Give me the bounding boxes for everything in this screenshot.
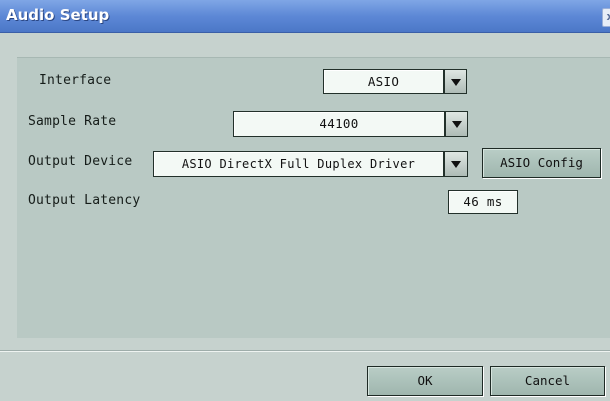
output-device-label: Output Device <box>28 154 133 169</box>
interface-select[interactable]: ASIO <box>323 69 444 94</box>
window-title: Audio Setup <box>6 6 110 24</box>
cancel-button[interactable]: Cancel <box>490 366 605 396</box>
chevron-down-icon[interactable] <box>444 151 468 177</box>
output-latency-label: Output Latency <box>28 193 141 208</box>
output-device-select[interactable]: ASIO DirectX Full Duplex Driver <box>153 151 444 177</box>
footer-divider-highlight <box>0 351 610 352</box>
ok-button[interactable]: OK <box>367 366 483 396</box>
chevron-down-icon[interactable] <box>445 111 468 137</box>
interface-label: Interface <box>39 73 112 88</box>
sample-rate-label: Sample Rate <box>28 114 117 129</box>
title-bar[interactable]: Audio Setup x <box>0 0 610 33</box>
close-icon[interactable]: x <box>602 8 610 27</box>
asio-config-button[interactable]: ASIO Config <box>482 148 601 178</box>
chevron-down-icon[interactable] <box>444 69 467 94</box>
output-latency-value: 46 ms <box>448 190 518 214</box>
audio-setup-dialog: Audio Setup x Interface ASIO Sample Rate… <box>0 0 610 401</box>
sample-rate-select[interactable]: 44100 <box>233 111 445 137</box>
